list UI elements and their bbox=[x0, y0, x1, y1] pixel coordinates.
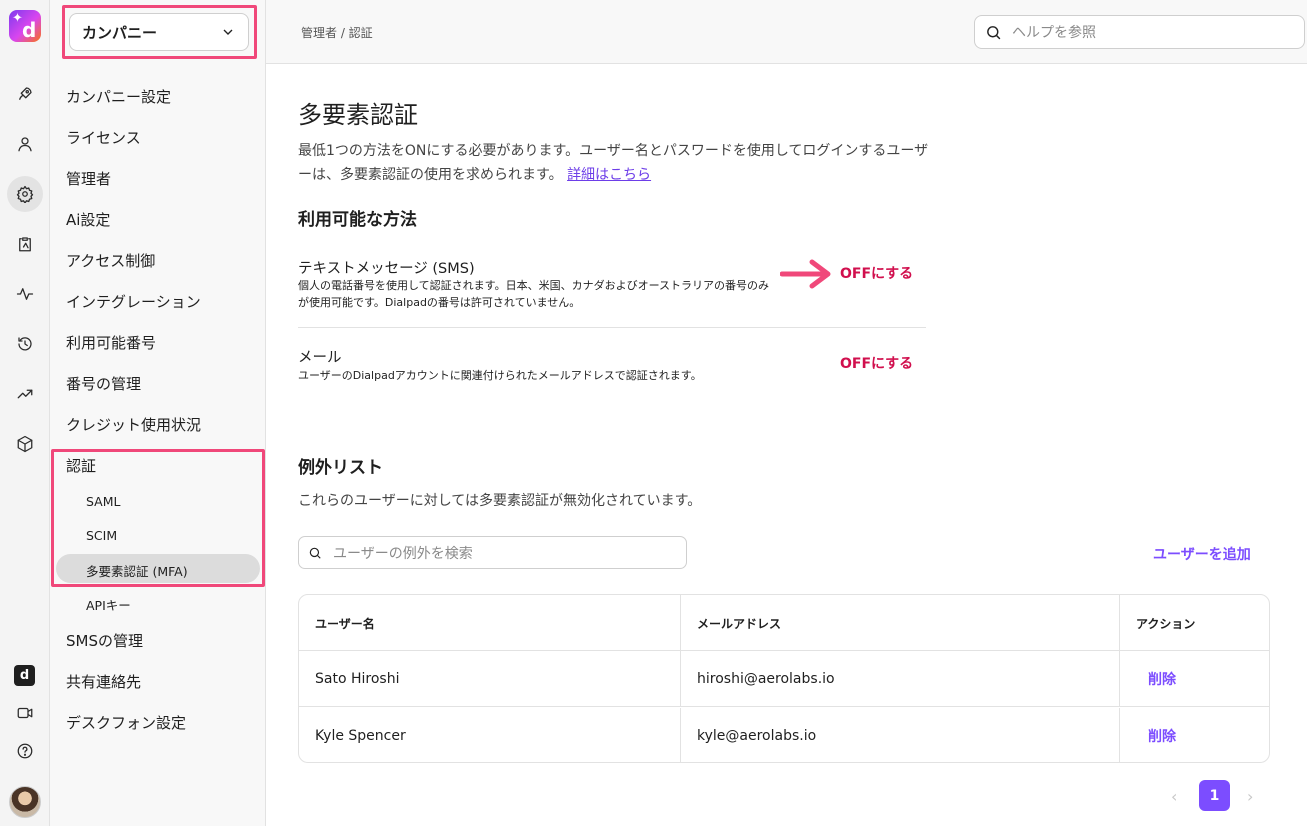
method-email-description: ユーザーのDialpadアカウントに関連付けられたメールアドレスで認証されます。 bbox=[298, 369, 702, 382]
video-icon[interactable] bbox=[7, 695, 43, 731]
sms-off-button[interactable]: OFFにする bbox=[840, 263, 913, 283]
gear-icon[interactable] bbox=[7, 176, 43, 212]
avatar[interactable] bbox=[9, 786, 41, 818]
help-icon[interactable] bbox=[7, 733, 43, 769]
cell-action: 削除 bbox=[1120, 708, 1269, 762]
sidebar-item-ai-settings[interactable]: Ai設定 bbox=[66, 209, 110, 230]
search-icon bbox=[987, 25, 1001, 39]
top-header: 管理者 / 認証 ヘルプを参照 bbox=[266, 0, 1307, 64]
cell-email: kyle@aerolabs.io bbox=[681, 708, 1120, 762]
column-header-action: アクション bbox=[1136, 616, 1196, 631]
add-user-button[interactable]: ユーザーを追加 bbox=[1153, 544, 1251, 564]
table-row: Kyle Spencer kyle@aerolabs.io 削除 bbox=[299, 708, 1269, 762]
table-header-row: ユーザー名 メールアドレス アクション bbox=[299, 595, 1269, 651]
sidebar-subitem-scim[interactable]: SCIM bbox=[86, 528, 117, 543]
sidebar-item-sms-management[interactable]: SMSの管理 bbox=[66, 630, 143, 651]
pagination-prev-button[interactable]: ‹ bbox=[1171, 787, 1177, 806]
pagination-current-page[interactable]: 1 bbox=[1199, 780, 1230, 811]
settings-sidebar: カンパニー カンパニー設定 ライセンス 管理者 Ai設定 アクセス制御 インテグ… bbox=[50, 0, 266, 826]
arrow-right-icon bbox=[780, 259, 831, 289]
email-off-button[interactable]: OFFにする bbox=[840, 353, 913, 373]
person-icon[interactable] bbox=[7, 126, 43, 162]
details-link[interactable]: 詳細はこちら bbox=[567, 167, 651, 183]
sidebar-item-integrations[interactable]: インテグレーション bbox=[66, 291, 201, 312]
page-title: 多要素認証 bbox=[298, 101, 418, 129]
sidebar-item-number-management[interactable]: 番号の管理 bbox=[66, 373, 141, 394]
clipboard-icon[interactable] bbox=[7, 226, 43, 262]
dialpad-ai-logo[interactable]: ✦ d bbox=[9, 10, 41, 42]
exceptions-search-input[interactable]: ユーザーの例外を検索 bbox=[298, 536, 687, 569]
delete-button[interactable]: 削除 bbox=[1136, 726, 1176, 746]
divider bbox=[298, 327, 926, 328]
sidebar-subitem-mfa[interactable]: 多要素認証 (MFA) bbox=[86, 561, 188, 580]
search-icon bbox=[309, 547, 321, 559]
sidebar-item-company-settings[interactable]: カンパニー設定 bbox=[66, 86, 171, 107]
methods-heading: 利用可能な方法 bbox=[298, 210, 417, 230]
rocket-icon[interactable] bbox=[7, 76, 43, 112]
column-header-username: ユーザー名 bbox=[299, 595, 681, 651]
page-description: 最低1つの方法をONにする必要があります。ユーザー名とパスワードを使用してログイ… bbox=[298, 143, 929, 183]
sidebar-item-admins[interactable]: 管理者 bbox=[66, 168, 111, 189]
exceptions-table: ユーザー名 メールアドレス アクション Sato Hiroshi hiroshi… bbox=[298, 594, 1270, 763]
activity-icon[interactable] bbox=[7, 276, 43, 312]
sidebar-item-license[interactable]: ライセンス bbox=[66, 127, 141, 148]
sidebar-item-shared-contacts[interactable]: 共有連絡先 bbox=[66, 671, 141, 692]
cell-action: 削除 bbox=[1120, 651, 1269, 707]
exceptions-heading: 例外リスト bbox=[298, 458, 383, 478]
sidebar-subitem-api-keys[interactable]: APIキー bbox=[86, 595, 131, 614]
table-row: Sato Hiroshi hiroshi@aerolabs.io 削除 bbox=[299, 651, 1269, 707]
method-sms-description: 個人の電話番号を使用して認証されます。日本、米国、カナダおよびオーストラリアの番… bbox=[298, 279, 770, 309]
cell-email: hiroshi@aerolabs.io bbox=[681, 651, 1120, 707]
main-content: 多要素認証 最低1つの方法をONにする必要があります。ユーザー名とパスワードを使… bbox=[266, 65, 1307, 826]
trending-icon[interactable] bbox=[7, 376, 43, 412]
help-search-input[interactable]: ヘルプを参照 bbox=[974, 15, 1305, 49]
sidebar-item-available-numbers[interactable]: 利用可能番号 bbox=[66, 332, 156, 353]
history-icon[interactable] bbox=[7, 326, 43, 362]
sidebar-item-credit-usage[interactable]: クレジット使用状況 bbox=[66, 414, 201, 435]
method-sms-name: テキストメッセージ (SMS) bbox=[298, 261, 475, 277]
chevron-down-icon bbox=[223, 29, 233, 35]
sidebar-item-desk-phone-settings[interactable]: デスクフォン設定 bbox=[66, 712, 186, 733]
cube-icon[interactable] bbox=[7, 426, 43, 462]
column-header-email: メールアドレス bbox=[681, 595, 1120, 651]
sidebar-item-access-control[interactable]: アクセス制御 bbox=[66, 250, 155, 271]
cell-username: Kyle Spencer bbox=[299, 708, 681, 762]
dialpad-logo-icon[interactable]: d bbox=[14, 665, 35, 686]
cell-username: Sato Hiroshi bbox=[299, 651, 681, 707]
company-select[interactable]: カンパニー bbox=[69, 13, 249, 51]
delete-button[interactable]: 削除 bbox=[1136, 669, 1176, 689]
pagination-next-button[interactable]: › bbox=[1247, 787, 1253, 806]
sidebar-subitem-saml[interactable]: SAML bbox=[86, 494, 120, 509]
app-rail: ✦ d d bbox=[0, 0, 50, 826]
exceptions-description: これらのユーザーに対しては多要素認証が無効化されています。 bbox=[298, 493, 702, 509]
sidebar-item-authentication[interactable]: 認証 bbox=[66, 455, 96, 476]
method-email-name: メール bbox=[298, 350, 342, 366]
breadcrumb: 管理者 / 認証 bbox=[301, 26, 373, 40]
